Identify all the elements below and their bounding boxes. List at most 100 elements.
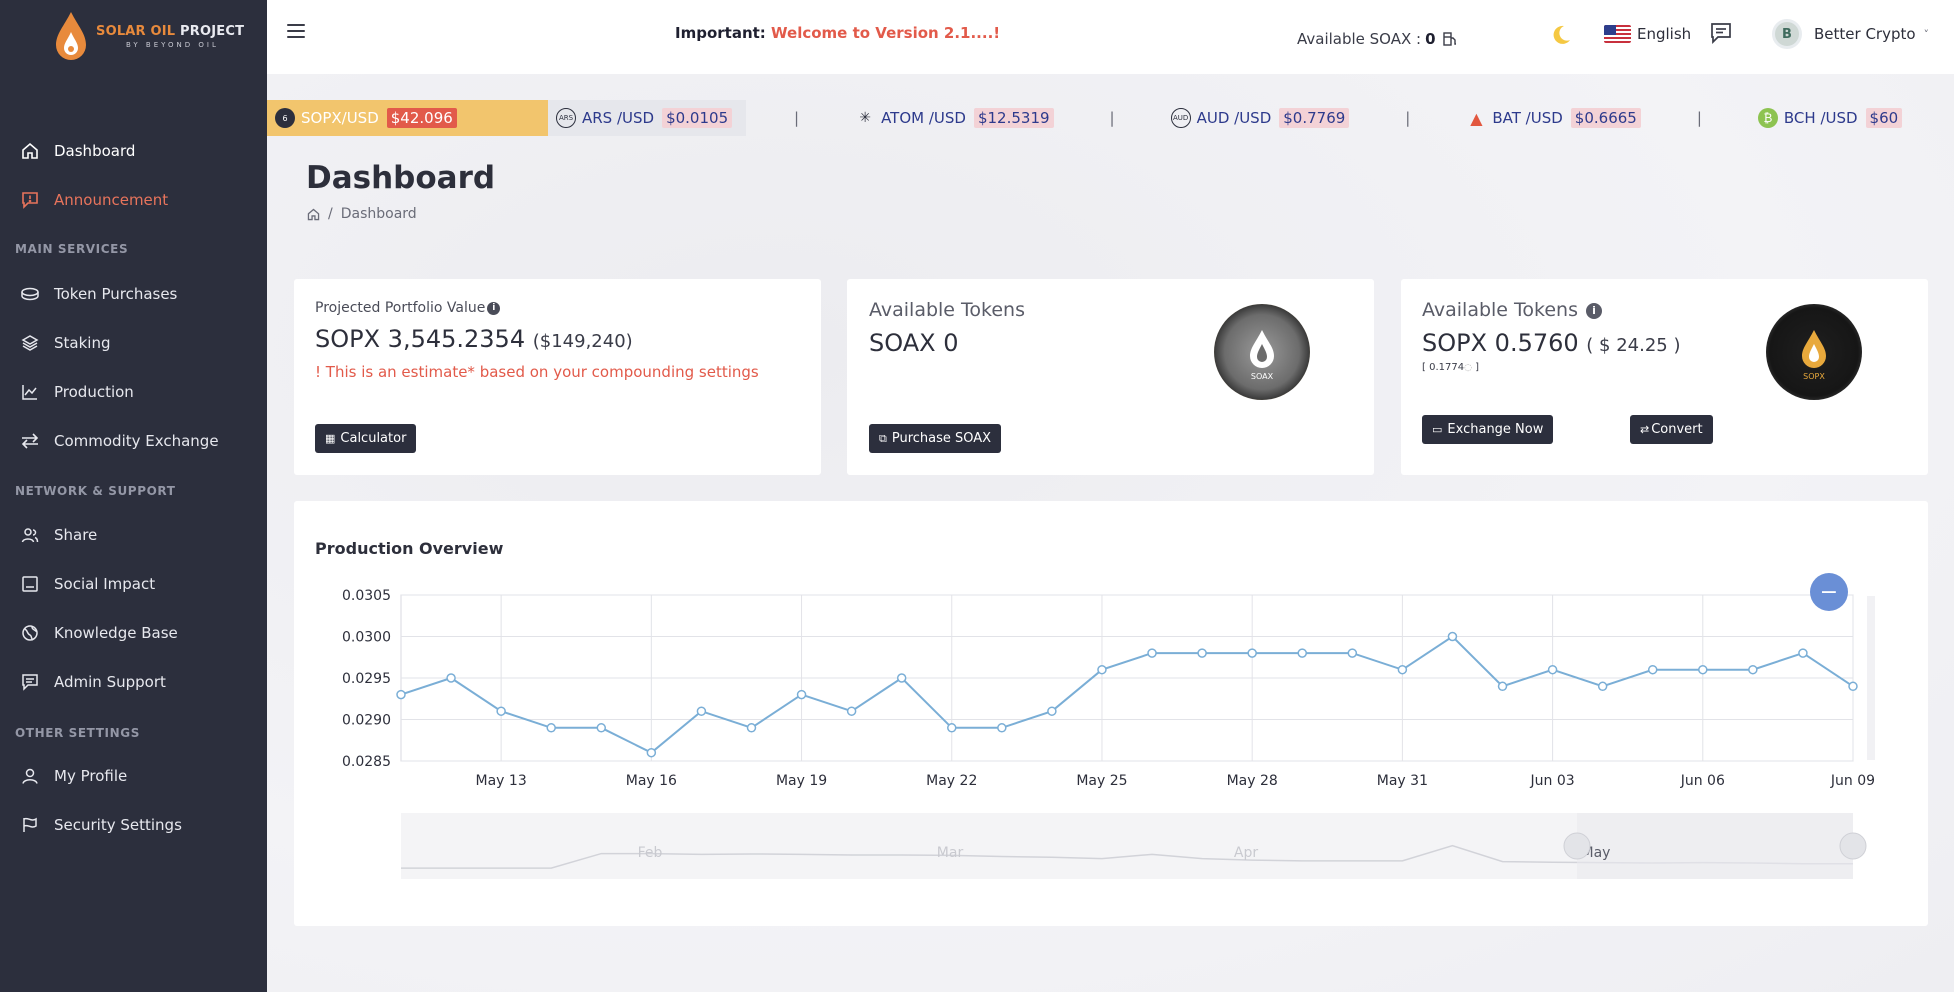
y-tick-label: 0.0290: [342, 713, 391, 729]
available-soax-value: 0: [1425, 30, 1436, 48]
ticker-item-bch[interactable]: ₿ BCH /USD $60: [1750, 100, 1910, 136]
breadcrumb-current[interactable]: Dashboard: [341, 206, 417, 222]
x-tick-label: May 19: [776, 773, 827, 789]
data-point: [1297, 648, 1307, 658]
sidebar-item-label: My Profile: [54, 767, 128, 785]
ticker-price: $42.096: [386, 108, 457, 128]
data-point: [1748, 664, 1758, 675]
data-point: [1698, 664, 1708, 675]
data-point: [546, 723, 556, 733]
sidebar-item-security-settings[interactable]: Security Settings: [0, 805, 267, 845]
brand-name-part2: PROJECT: [180, 24, 245, 39]
bat-coin-icon: ▲: [1470, 108, 1483, 128]
calculator-button-label: Calculator: [340, 431, 407, 446]
navigator-handle-left: [1563, 832, 1591, 860]
ticker-item-aud[interactable]: AUD AUD /USD $0.7769: [1163, 100, 1358, 136]
purchase-soax-button[interactable]: ⧉ Purchase SOAX: [869, 424, 1002, 453]
sidebar-item-label: Commodity Exchange: [54, 432, 219, 450]
ticker-pair: ARS /USD: [582, 109, 655, 127]
data-point: [1347, 648, 1358, 658]
x-tick-label: Jun 06: [1680, 773, 1725, 789]
data-point: [446, 673, 456, 683]
brand-tagline: BY BEYOND OIL: [126, 40, 219, 49]
sidebar-item-commodity-exchange[interactable]: Commodity Exchange: [0, 421, 267, 461]
bch-coin-icon: ₿: [1757, 108, 1778, 128]
data-point: [947, 723, 957, 733]
portfolio-label-text: Projected Portfolio Value: [315, 300, 486, 316]
soax-coin-icon: SOAX: [1214, 304, 1310, 400]
staking-icon: [20, 333, 40, 353]
navigator-selected-range: [1577, 813, 1853, 879]
sidebar-item-dashboard[interactable]: Dashboard: [0, 131, 267, 171]
sidebar-item-social-impact[interactable]: Social Impact: [0, 564, 267, 604]
data-point: [1147, 648, 1157, 658]
zoom-reset-button[interactable]: −: [1810, 573, 1848, 611]
production-chart-icon: [20, 382, 40, 402]
user-menu[interactable]: B Better Crypto ˅: [1772, 19, 1929, 49]
brand-logo[interactable]: SOLAR OIL PROJECT BY BEYOND OIL: [0, 0, 267, 74]
ticker-item-atom[interactable]: ✳ ATOM /USD $12.5319: [847, 100, 1061, 136]
info-icon[interactable]: i: [1586, 302, 1603, 319]
sidebar-item-announcement[interactable]: Announcement: [0, 180, 267, 220]
calculator-button[interactable]: ▦ Calculator: [315, 424, 417, 453]
sidebar-item-my-profile[interactable]: My Profile: [0, 756, 267, 796]
sidebar-item-label: Share: [54, 526, 98, 544]
breadcrumb: / Dashboard: [307, 206, 417, 222]
sopx-card-title-row: Available Tokens i: [1422, 299, 1603, 321]
breadcrumb-home-icon[interactable]: [307, 208, 320, 221]
ticker-item-sopx[interactable]: 6 SOPX/USD $42.096: [267, 100, 548, 136]
production-series-line: [400, 635, 1854, 754]
sidebar-item-admin-support[interactable]: Admin Support: [0, 662, 267, 702]
ticker-pair: AUD /USD: [1196, 109, 1272, 127]
y-tick-label: 0.0305: [342, 588, 391, 604]
sopx-coin-icon: SOPX: [1766, 304, 1862, 400]
token-purchases-icon: [20, 284, 40, 304]
data-point: [1497, 681, 1508, 692]
convert-button[interactable]: ⇄ Convert: [1630, 415, 1713, 444]
ticker-item-bat[interactable]: ▲ BAT /USD $0.6665: [1458, 100, 1648, 136]
data-point: [1597, 681, 1608, 692]
main-content: 6 SOPX/USD $42.096 ARS ARS /USD $0.0105 …: [267, 74, 1954, 992]
breadcrumb-separator: /: [328, 206, 333, 222]
data-point: [596, 723, 607, 733]
brand-name-part1: SOLAR OIL: [96, 24, 176, 39]
purchase-icon: ⧉: [879, 431, 887, 445]
production-line-chart[interactable]: 0.0285 0.0290 0.0295 0.0300 0.0305 May 13 May …: [294, 501, 1928, 926]
sopx-tokens-card: Available Tokens i SOPX 0.5760 ( $ 24.25…: [1401, 279, 1928, 475]
sidebar-item-production[interactable]: Production: [0, 372, 267, 412]
hamburger-menu-icon[interactable]: [287, 24, 305, 40]
sidebar-item-token-purchases[interactable]: Token Purchases: [0, 274, 267, 314]
data-point: [1397, 664, 1408, 675]
section-main-services: MAIN SERVICES: [15, 242, 129, 256]
x-tick-label: May 22: [926, 773, 977, 789]
dark-mode-moon-icon[interactable]: [1550, 24, 1572, 46]
chevron-down-icon: ˅: [1923, 27, 1930, 41]
ticker-pair: ATOM /USD: [881, 109, 966, 127]
share-users-icon: [20, 525, 40, 545]
sidebar-item-staking[interactable]: Staking: [0, 323, 267, 363]
info-icon[interactable]: i: [487, 301, 501, 315]
soax-tokens-card: Available Tokens SOAX 0 SOAX ⧉ Purchase …: [847, 279, 1374, 475]
ticker-item-ars[interactable]: ARS ARS /USD $0.0105: [548, 100, 746, 136]
ticker-separator: |: [1696, 109, 1702, 127]
loading-spinner-icon: ◌: [1464, 363, 1472, 373]
soax-coin-label: SOAX: [1251, 372, 1274, 381]
language-label: English: [1637, 25, 1692, 43]
sidebar-item-knowledge-base[interactable]: Knowledge Base: [0, 613, 267, 653]
exchange-now-label: Exchange Now: [1447, 422, 1544, 437]
data-point: [997, 723, 1007, 733]
sopx-coin-label: SOPX: [1803, 372, 1825, 381]
messages-chat-icon[interactable]: [1709, 21, 1733, 45]
sopx-card-title: Available Tokens: [1422, 299, 1578, 321]
soax-balance: SOAX 0: [869, 329, 959, 357]
us-flag-icon: [1604, 25, 1631, 43]
calculator-icon: ▦: [325, 432, 336, 445]
convert-arrows-icon: ⇄: [1640, 423, 1650, 436]
home-icon: [20, 141, 40, 161]
exchange-now-button[interactable]: ▭ Exchange Now: [1422, 415, 1554, 444]
sopx-sub-close: ]: [1471, 362, 1480, 373]
available-soax-label: Available SOAX :: [1297, 30, 1422, 48]
sidebar-item-share[interactable]: Share: [0, 515, 267, 555]
language-selector[interactable]: English: [1604, 25, 1691, 43]
portfolio-value: SOPX 3,545.2354 ($149,240): [315, 325, 633, 353]
